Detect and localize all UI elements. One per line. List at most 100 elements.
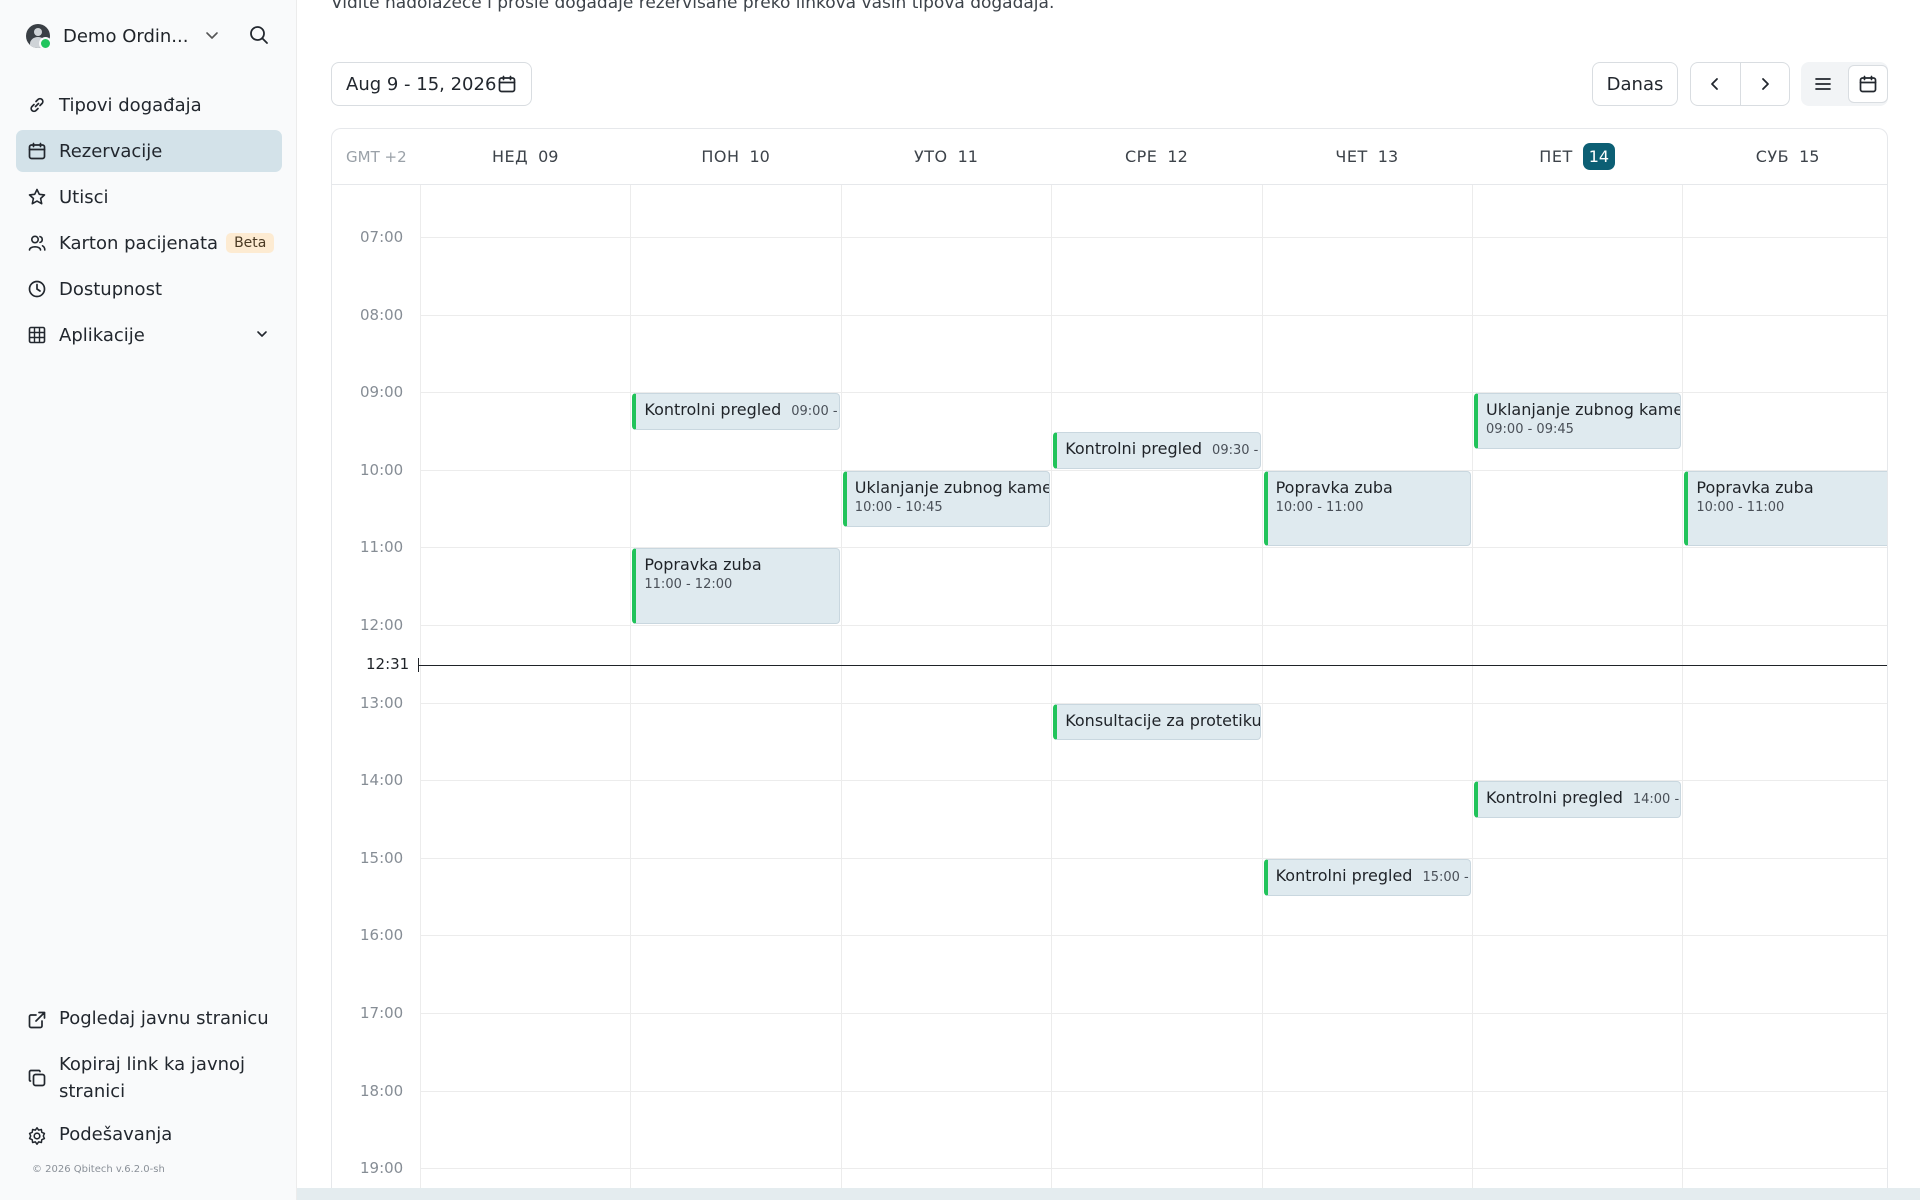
copy-icon: [27, 1068, 47, 1088]
event-title: Kontrolni pregled: [644, 400, 782, 420]
day-column-divider: [1682, 185, 1684, 1200]
hour-line: [420, 237, 1887, 238]
day-number: 09: [538, 147, 559, 166]
hour-line: [420, 314, 1887, 316]
day-number: 10: [749, 147, 770, 166]
day-column-divider: [1051, 185, 1053, 1200]
copy-public-link-button[interactable]: Kopiraj link ka javnoj stranici: [16, 1054, 266, 1105]
day-name: ЧЕТ: [1335, 147, 1368, 166]
search-icon[interactable]: [248, 24, 270, 50]
event-title: Uklanjanje zubnog kamenca: [1486, 400, 1680, 420]
date-range-picker[interactable]: Aug 9 - 15, 2026: [331, 62, 532, 106]
list-icon: [1815, 78, 1831, 90]
clock-icon: [27, 279, 47, 299]
next-week-button[interactable]: [1741, 63, 1790, 105]
booking-event[interactable]: Kontrolni pregled 09:30 - 10:00: [1053, 432, 1261, 469]
event-title: Kontrolni pregled: [1486, 788, 1623, 808]
day-name: УТО: [914, 147, 948, 166]
day-header: СУБ 15: [1682, 129, 1887, 184]
booking-event[interactable]: Kontrolni pregled 14:00 - 14:30: [1474, 781, 1682, 818]
booking-event[interactable]: Uklanjanje zubnog kamenca 09:00 - 09:45: [1474, 393, 1682, 450]
day-column-divider: [1472, 185, 1473, 1200]
hour-label: 14:00: [360, 771, 404, 790]
booking-event[interactable]: Popravka zuba 10:00 - 11:00: [1684, 470, 1887, 547]
sidebar-item-label: Pogledaj javnu stranicu: [59, 1008, 269, 1029]
beta-badge: Beta: [226, 233, 275, 253]
event-time: 15:00 - 15:30: [1422, 869, 1470, 885]
calendar-icon: [1859, 75, 1877, 93]
version-footer: © 2026 Qbitech v.6.2.0-sh: [32, 1164, 165, 1175]
timezone-label: GMT +2: [346, 148, 407, 166]
booking-event[interactable]: Konsultacije za protetiku13:00 - 13:30: [1053, 703, 1261, 741]
hour-label: 19:00: [360, 1159, 404, 1178]
bottom-scroll-strip: [297, 1188, 1920, 1200]
sidebar-item-reviews[interactable]: Utisci: [16, 176, 282, 218]
week-navigation: [1690, 62, 1790, 106]
list-view-button[interactable]: [1803, 65, 1843, 103]
hour-label: 12:00: [360, 616, 404, 634]
sidebar-item-availability[interactable]: Dostupnost: [16, 268, 282, 310]
event-time: 09:30 - 10:00: [1212, 443, 1260, 458]
external-link-icon: [27, 1010, 47, 1030]
sidebar-item-bookings[interactable]: Rezervacije: [16, 130, 282, 172]
previous-week-button[interactable]: [1691, 63, 1741, 105]
hour-line: [420, 1168, 1887, 1170]
booking-event[interactable]: Kontrolni pregled 15:00 - 15:30: [1263, 858, 1471, 896]
hour-label: 15:00: [360, 848, 404, 867]
hour-label: 13:00: [360, 693, 404, 712]
link-icon: [27, 95, 47, 115]
booking-event[interactable]: Popravka zuba 11:00 - 12:00: [632, 548, 840, 624]
chevron-down-icon[interactable]: [204, 27, 220, 47]
sidebar-item-patient-records[interactable]: Karton pacijenata Beta: [16, 222, 282, 264]
current-time-label: 12:31: [366, 655, 410, 674]
event-time: 09:00 - 09:30: [791, 404, 839, 420]
day-header: ЧЕТ 13: [1262, 129, 1472, 184]
star-icon: [27, 187, 47, 207]
calendar-icon: [27, 141, 47, 161]
users-icon: [27, 233, 47, 253]
current-time-line: [418, 665, 1887, 667]
settings-link[interactable]: Podešavanja: [16, 1124, 282, 1148]
booking-event[interactable]: Kontrolni pregled 09:00 - 09:30: [632, 393, 840, 430]
view-public-page-link[interactable]: Pogledaj javnu stranicu: [16, 1008, 282, 1032]
user-menu[interactable]: Demo Ordin...: [26, 20, 276, 52]
calendar-grid[interactable]: 07:00 08:00 09:00 10:00 11:00 12:00 13:00 14:00…: [332, 185, 1887, 1200]
hour-label: 17:00: [360, 1004, 404, 1022]
day-name: СУБ: [1755, 147, 1790, 166]
event-title: Uklanjanje zubnog kamenca: [854, 477, 1049, 497]
event-title: Popravka zuba: [644, 555, 762, 575]
day-header: НЕД 09: [420, 129, 630, 184]
user-name: Demo Ordin...: [63, 25, 189, 47]
day-name: ПЕТ: [1539, 147, 1573, 166]
day-header: ПЕТ 14: [1472, 129, 1682, 184]
view-toggle: [1801, 62, 1888, 106]
sidebar-item-label: Podešavanja: [59, 1124, 173, 1145]
booking-event[interactable]: Popravka zuba 10:00 - 11:00: [1263, 470, 1471, 547]
sidebar-item-apps[interactable]: Aplikacije: [16, 314, 282, 356]
gear-icon: [27, 1126, 47, 1146]
calendar-icon: [497, 74, 517, 99]
event-title: Kontrolni pregled: [1065, 439, 1203, 458]
event-title: Kontrolni pregled: [1275, 865, 1413, 885]
online-status-dot: [39, 37, 52, 50]
date-range-label: Aug 9 - 15, 2026: [346, 73, 497, 95]
day-column-divider: [840, 185, 842, 1200]
hour-label: 18:00: [360, 1081, 404, 1100]
week-calendar: GMT +2 НЕД 09 ПОН 10 УТО 11 СРЕ 12 ЧЕТ 13 ПЕТ 14 СУБ…: [331, 128, 1888, 1200]
booking-event[interactable]: Uklanjanje zubnog kamenca 10:00 - 10:45: [842, 470, 1051, 527]
event-time: 09:00 - 09:45: [1486, 422, 1574, 438]
calendar-view-button[interactable]: [1848, 65, 1888, 103]
hour-line: [420, 469, 1887, 471]
sidebar-item-label: Tipovi događaja: [59, 94, 202, 116]
today-button[interactable]: Danas: [1592, 62, 1678, 106]
sidebar-item-label: Rezervacije: [59, 140, 163, 162]
event-time: 11:00 - 12:00: [644, 577, 733, 593]
hour-label: 09:00: [360, 383, 404, 402]
sidebar-item-event-types[interactable]: Tipovi događaja: [16, 84, 282, 126]
hour-line: [420, 935, 1887, 937]
chevron-down-icon[interactable]: [254, 326, 270, 347]
sidebar-item-label: Aplikacije: [59, 324, 145, 346]
day-name: СРЕ: [1124, 147, 1158, 166]
hour-label: 07:00: [360, 228, 404, 246]
event-time: 10:00 - 11:00: [1696, 499, 1785, 515]
